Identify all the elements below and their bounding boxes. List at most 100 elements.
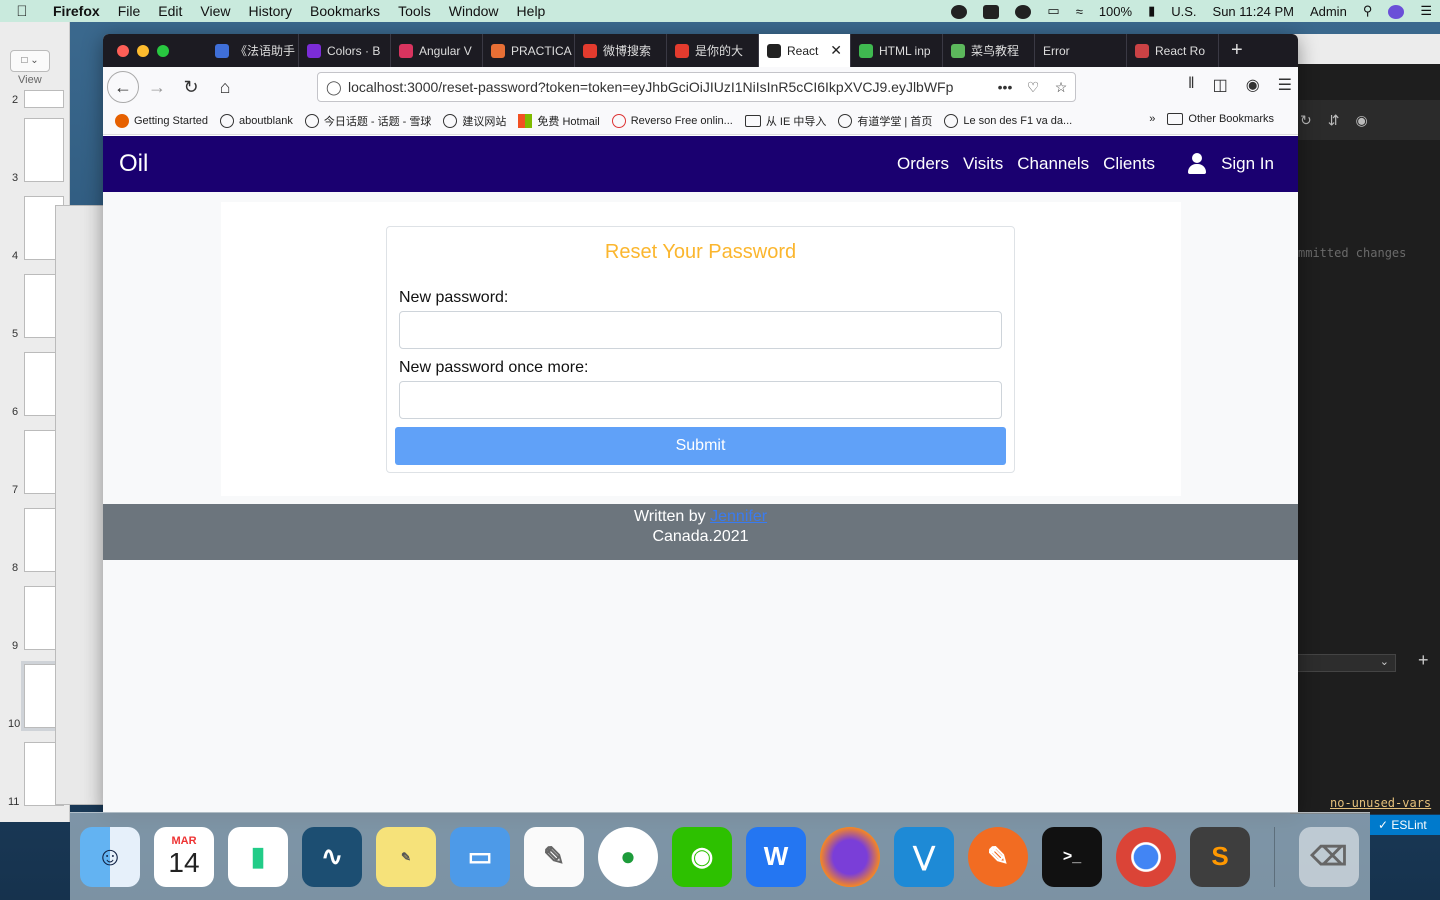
menu-app-name[interactable]: Firefox bbox=[44, 3, 109, 19]
browser-tab-active[interactable]: React ✕ bbox=[759, 34, 851, 67]
b-tray-icon[interactable] bbox=[975, 3, 1007, 19]
slide-thumbnail[interactable] bbox=[24, 90, 64, 108]
calendar-icon[interactable]: MAR 14 bbox=[154, 826, 214, 887]
sublime-text-icon[interactable]: S bbox=[1190, 826, 1250, 887]
menu-history[interactable]: History bbox=[239, 3, 301, 19]
account-icon[interactable]: ◉ bbox=[1246, 75, 1260, 95]
lint-rule-link[interactable]: no-unused-vars bbox=[1330, 796, 1431, 810]
keynote-icon[interactable]: ▭ bbox=[450, 826, 510, 887]
airplay-icon[interactable]: ▭ bbox=[1039, 3, 1067, 19]
creative-cloud-tray-icon[interactable] bbox=[1007, 3, 1039, 19]
browser-tab[interactable]: 微博搜索 bbox=[575, 34, 667, 67]
numbers-icon[interactable]: ▮ bbox=[228, 826, 288, 887]
menu-help[interactable]: Help bbox=[508, 3, 555, 19]
bookmark-item[interactable]: 免费 Hotmail bbox=[518, 113, 600, 129]
browser-tab[interactable]: HTML inp bbox=[851, 34, 943, 67]
browser-tab[interactable]: Angular V bbox=[391, 34, 483, 67]
confirm-password-input[interactable] bbox=[399, 381, 1002, 419]
user-icon[interactable] bbox=[1187, 153, 1207, 175]
menu-view[interactable]: View bbox=[191, 3, 239, 19]
browser-tab[interactable]: React Ro bbox=[1127, 34, 1219, 67]
nav-link-visits[interactable]: Visits bbox=[963, 154, 1003, 174]
eslint-status[interactable]: ✓ ESLint bbox=[1370, 815, 1440, 835]
tracking-shield-icon[interactable]: ◯ bbox=[326, 79, 348, 96]
pocket-icon[interactable]: ♡ bbox=[1019, 79, 1047, 96]
apple-icon[interactable]:  bbox=[0, 3, 44, 20]
bookmark-item[interactable]: Le son des F1 va da... bbox=[944, 113, 1072, 128]
sign-in-link[interactable]: Sign In bbox=[1221, 154, 1274, 174]
author-link[interactable]: Jennifer bbox=[710, 508, 767, 525]
hamburger-menu-icon[interactable]: ☰ bbox=[1278, 75, 1292, 95]
wechat-tray-icon[interactable] bbox=[943, 3, 975, 19]
back-button[interactable]: ← bbox=[107, 71, 139, 103]
close-tab-icon[interactable]: ✕ bbox=[830, 42, 842, 59]
bookmark-item[interactable]: Reverso Free onlin... bbox=[611, 113, 733, 128]
nav-link-orders[interactable]: Orders bbox=[897, 154, 949, 174]
editor-dropdown[interactable]: ⌄ bbox=[1296, 654, 1396, 672]
mongodb-compass-icon[interactable]: ● bbox=[598, 826, 658, 887]
input-source[interactable]: U.S. bbox=[1163, 4, 1204, 19]
spotlight-icon[interactable]: ⚲ bbox=[1355, 3, 1381, 19]
home-button[interactable]: ⌂ bbox=[209, 71, 241, 103]
bookmark-item[interactable]: 今日话题 - 话题 - 雪球 bbox=[304, 113, 431, 129]
other-bookmarks[interactable]: Other Bookmarks bbox=[1167, 113, 1274, 125]
bookmark-star-icon[interactable]: ☆ bbox=[1047, 79, 1075, 96]
menu-edit[interactable]: Edit bbox=[149, 3, 191, 19]
brand-logo[interactable]: Oil bbox=[119, 150, 148, 178]
menu-bookmarks[interactable]: Bookmarks bbox=[301, 3, 389, 19]
close-window-button[interactable] bbox=[117, 45, 129, 57]
new-tab-button[interactable]: + bbox=[1219, 34, 1243, 67]
nav-link-clients[interactable]: Clients bbox=[1103, 154, 1155, 174]
chevron-right-icon[interactable]: » bbox=[1149, 113, 1155, 125]
zoom-window-button[interactable] bbox=[157, 45, 169, 57]
browser-tab[interactable]: 《法语助手 bbox=[207, 34, 299, 67]
page-actions-icon[interactable]: ••• bbox=[991, 79, 1019, 95]
compare-icon[interactable]: ⇵ bbox=[1328, 112, 1340, 129]
history-icon[interactable]: ↻ bbox=[1300, 112, 1312, 129]
wechat-icon[interactable]: ◉ bbox=[672, 826, 732, 887]
wps-icon[interactable]: W bbox=[746, 826, 806, 887]
battery-icon[interactable]: ▮ bbox=[1140, 3, 1163, 19]
slide-thumbnail[interactable] bbox=[24, 118, 64, 182]
wifi-icon[interactable]: ≈ bbox=[1068, 4, 1091, 19]
browser-tab[interactable]: 菜鸟教程 bbox=[943, 34, 1035, 67]
menu-tools[interactable]: Tools bbox=[389, 3, 440, 19]
siri-icon[interactable] bbox=[1380, 3, 1412, 19]
browser-tab[interactable]: PRACTICA bbox=[483, 34, 575, 67]
reload-button[interactable]: ↻ bbox=[175, 71, 207, 103]
terminal-icon[interactable]: >_ bbox=[1042, 826, 1102, 887]
trash-icon[interactable]: ⌫ bbox=[1299, 826, 1359, 887]
mysql-workbench-icon[interactable]: ∿ bbox=[302, 826, 362, 887]
address-bar[interactable]: ◯ □ localhost:3000/reset-password?token=… bbox=[317, 72, 1076, 102]
postman-icon[interactable]: ✎ bbox=[968, 826, 1028, 887]
browser-tab[interactable]: Colors · B bbox=[299, 34, 391, 67]
browser-tab[interactable]: 是你的大 bbox=[667, 34, 759, 67]
sidebar-icon[interactable]: ◫ bbox=[1213, 75, 1228, 95]
bookmark-item[interactable]: Getting Started bbox=[115, 113, 208, 128]
user-name[interactable]: Admin bbox=[1302, 4, 1355, 19]
view-button[interactable]: □ ⌄ bbox=[10, 50, 50, 72]
bookmark-item[interactable]: 建议网站 bbox=[443, 113, 506, 129]
new-password-input[interactable] bbox=[399, 311, 1002, 349]
nav-link-channels[interactable]: Channels bbox=[1017, 154, 1089, 174]
textedit-icon[interactable]: ✎ bbox=[524, 826, 584, 887]
bookmark-item[interactable]: 从 IE 中导入 bbox=[744, 113, 826, 129]
firefox-icon[interactable] bbox=[820, 826, 880, 887]
menu-window[interactable]: Window bbox=[440, 3, 508, 19]
chrome-icon[interactable] bbox=[1116, 826, 1176, 887]
stickies-icon[interactable]: ✎ bbox=[376, 826, 436, 887]
library-icon[interactable]: ‖ bbox=[1188, 75, 1195, 95]
add-icon[interactable]: + bbox=[1418, 650, 1429, 671]
finder-icon[interactable]: ☺ bbox=[80, 826, 140, 887]
url-text[interactable]: localhost:3000/reset-password?token=toke… bbox=[348, 79, 991, 95]
bookmark-item[interactable]: aboutblank bbox=[220, 113, 293, 128]
forward-button[interactable]: → bbox=[141, 71, 173, 103]
commit-icon[interactable]: ◉ bbox=[1355, 112, 1367, 129]
clock[interactable]: Sun 11:24 PM bbox=[1205, 4, 1302, 19]
submit-button[interactable]: Submit bbox=[395, 427, 1006, 465]
control-center-icon[interactable]: ☰ bbox=[1412, 3, 1440, 19]
minimize-window-button[interactable] bbox=[137, 45, 149, 57]
vscode-icon[interactable]: ⋁ bbox=[894, 826, 954, 887]
battery-percent[interactable]: 100% bbox=[1091, 4, 1140, 19]
bookmark-item[interactable]: 有道学堂 | 首页 bbox=[838, 113, 932, 129]
